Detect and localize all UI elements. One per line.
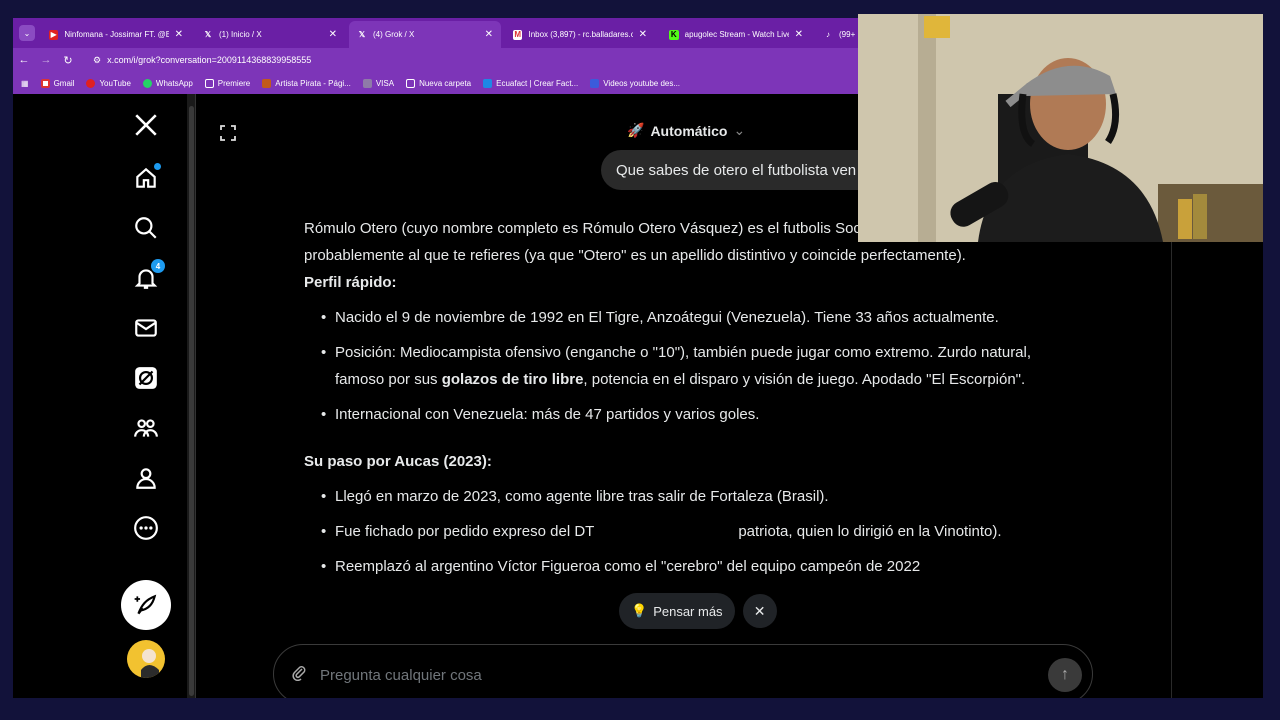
youtube-icon bbox=[86, 78, 96, 88]
close-icon[interactable]: ✕ bbox=[175, 29, 183, 40]
close-icon[interactable]: ✕ bbox=[795, 29, 803, 40]
list-item: Posición: Mediocampista ofensivo (enganc… bbox=[321, 339, 1064, 393]
bookmark-videos-youtube[interactable]: Videos youtube des... bbox=[590, 78, 680, 88]
visa-icon bbox=[362, 78, 372, 88]
list-item: Nacido el 9 de noviembre de 1992 en El T… bbox=[321, 304, 1064, 331]
section-heading: Perfil rápido: bbox=[304, 274, 397, 291]
prompt-box: ↑ bbox=[273, 644, 1093, 698]
forward-button[interactable]: → bbox=[35, 49, 57, 71]
ap-logo-icon bbox=[262, 78, 272, 88]
list-item: Internacional con Venezuela: más de 47 p… bbox=[321, 401, 1064, 428]
gmail-icon bbox=[40, 78, 50, 88]
think-more-label: Pensar más bbox=[653, 603, 723, 619]
arrow-up-icon: ↑ bbox=[1061, 666, 1069, 683]
think-more-bar: 💡 Pensar más ✕ bbox=[619, 593, 777, 629]
list-item: Reemplazó al argentino Víctor Figueroa c… bbox=[321, 553, 1064, 580]
tab-kick[interactable]: K apugolec Stream - Watch Live... ✕ bbox=[661, 21, 811, 48]
profile-icon[interactable] bbox=[131, 463, 161, 493]
x-icon: 𝕏 bbox=[358, 30, 366, 39]
gmail-icon: M bbox=[513, 29, 523, 40]
bookmark-nueva-carpeta[interactable]: Nueva carpeta bbox=[406, 78, 471, 88]
attach-icon[interactable] bbox=[291, 665, 307, 686]
expand-icon[interactable] bbox=[219, 124, 237, 142]
tab-gmail[interactable]: M Inbox (3,897) - rc.balladares.c... ✕ bbox=[505, 21, 655, 48]
url-field[interactable]: ⚙ x.com/i/grok?conversation=200911436883… bbox=[93, 52, 873, 68]
kick-icon: K bbox=[669, 29, 679, 40]
bookmark-youtube[interactable]: YouTube bbox=[86, 78, 131, 88]
list-item: Fue fichado por pedido expreso del DTpat… bbox=[321, 518, 1064, 545]
tab-title: (4) Grok / X bbox=[373, 30, 415, 39]
aucas-list: Llegó en marzo de 2023, como agente libr… bbox=[304, 483, 1064, 580]
unread-dot bbox=[154, 163, 161, 170]
folder-icon bbox=[204, 78, 214, 88]
compose-post-button[interactable] bbox=[121, 580, 171, 630]
mode-selector[interactable]: 🚀 Automático ⌄ bbox=[627, 122, 745, 139]
bookmark-artista-pirata[interactable]: Artista Pirata - Pági... bbox=[262, 78, 351, 88]
close-icon[interactable]: ✕ bbox=[329, 29, 337, 40]
feather-icon bbox=[134, 594, 157, 615]
close-icon: ✕ bbox=[753, 602, 766, 619]
section-heading: Su paso por Aucas (2023): bbox=[304, 453, 492, 470]
tab-title: Ninfomana - Jossimar FT. @El... bbox=[64, 30, 169, 39]
chevron-down-icon: ⌄ bbox=[733, 122, 746, 138]
x-icon: 𝕏 bbox=[204, 30, 212, 39]
profile-list: Nacido el 9 de noviembre de 1992 en El T… bbox=[304, 304, 1064, 428]
mode-label: Automático bbox=[650, 122, 728, 139]
prompt-input[interactable] bbox=[320, 663, 1020, 687]
doc-icon bbox=[590, 78, 600, 88]
streamer-video bbox=[858, 14, 1263, 242]
webcam-overlay bbox=[858, 14, 1263, 242]
search-icon[interactable] bbox=[131, 213, 161, 243]
rocket-icon: 🚀 bbox=[627, 122, 645, 138]
tab-title: Inbox (3,897) - rc.balladares.c... bbox=[528, 30, 633, 39]
bookmark-ecuafact[interactable]: Ecuafact | Crear Fact... bbox=[483, 78, 578, 88]
tab-grok[interactable]: 𝕏 (4) Grok / X ✕ bbox=[349, 21, 501, 48]
tab-title: (99+ bbox=[839, 30, 856, 39]
reload-button[interactable]: ↻ bbox=[57, 49, 79, 71]
lightbulb-icon: 💡 bbox=[631, 603, 648, 618]
think-more-button[interactable]: 💡 Pensar más bbox=[619, 593, 735, 629]
list-item: Llegó en marzo de 2023, como agente libr… bbox=[321, 483, 1064, 510]
x-sidebar: 4 bbox=[13, 94, 185, 698]
tab-youtube[interactable]: ▶ Ninfomana - Jossimar FT. @El... ✕ bbox=[41, 21, 191, 48]
close-icon[interactable]: ✕ bbox=[485, 29, 493, 40]
back-button[interactable]: ← bbox=[13, 49, 35, 71]
close-icon[interactable]: ✕ bbox=[639, 29, 647, 40]
tab-title: apugolec Stream - Watch Live... bbox=[684, 30, 789, 39]
bookmark-premiere[interactable]: Premiere bbox=[204, 78, 250, 88]
avatar[interactable] bbox=[127, 640, 165, 678]
ecuafact-icon bbox=[483, 78, 493, 88]
messages-icon[interactable] bbox=[131, 313, 161, 343]
grok-icon[interactable] bbox=[131, 363, 161, 393]
tab-x-home[interactable]: 𝕏 (1) Inicio / X ✕ bbox=[195, 21, 345, 48]
site-info-icon[interactable]: ⚙ bbox=[93, 55, 101, 66]
scrollbar-thumb[interactable] bbox=[189, 106, 194, 696]
bookmark-visa[interactable]: VISA bbox=[362, 78, 394, 88]
notifications-badge: 4 bbox=[151, 259, 165, 273]
tab-search-button[interactable]: ⌄ bbox=[19, 25, 35, 41]
whatsapp-icon bbox=[142, 78, 152, 88]
grok-response: Rómulo Otero (cuyo nombre completo es Ró… bbox=[304, 215, 1064, 615]
home-icon[interactable] bbox=[131, 163, 161, 193]
x-logo-icon[interactable] bbox=[131, 110, 161, 140]
bookmark-whatsapp[interactable]: WhatsApp bbox=[142, 78, 193, 88]
dismiss-think-button[interactable]: ✕ bbox=[742, 594, 777, 628]
user-message-text: Que sabes de otero el futbolista ven bbox=[616, 161, 857, 179]
tab-title: (1) Inicio / X bbox=[219, 30, 262, 39]
url-text: x.com/i/grok?conversation=20091143688399… bbox=[107, 55, 312, 65]
notifications-icon[interactable]: 4 bbox=[131, 259, 165, 293]
youtube-icon: ▶ bbox=[49, 29, 59, 40]
apps-icon[interactable]: ▦ bbox=[21, 79, 29, 88]
send-button[interactable]: ↑ bbox=[1048, 658, 1082, 692]
bookmark-gmail[interactable]: Gmail bbox=[40, 78, 74, 88]
communities-icon[interactable] bbox=[131, 413, 161, 443]
folder-icon bbox=[406, 78, 416, 88]
tiktok-icon: ♪ bbox=[826, 30, 830, 39]
more-icon[interactable] bbox=[131, 513, 161, 543]
